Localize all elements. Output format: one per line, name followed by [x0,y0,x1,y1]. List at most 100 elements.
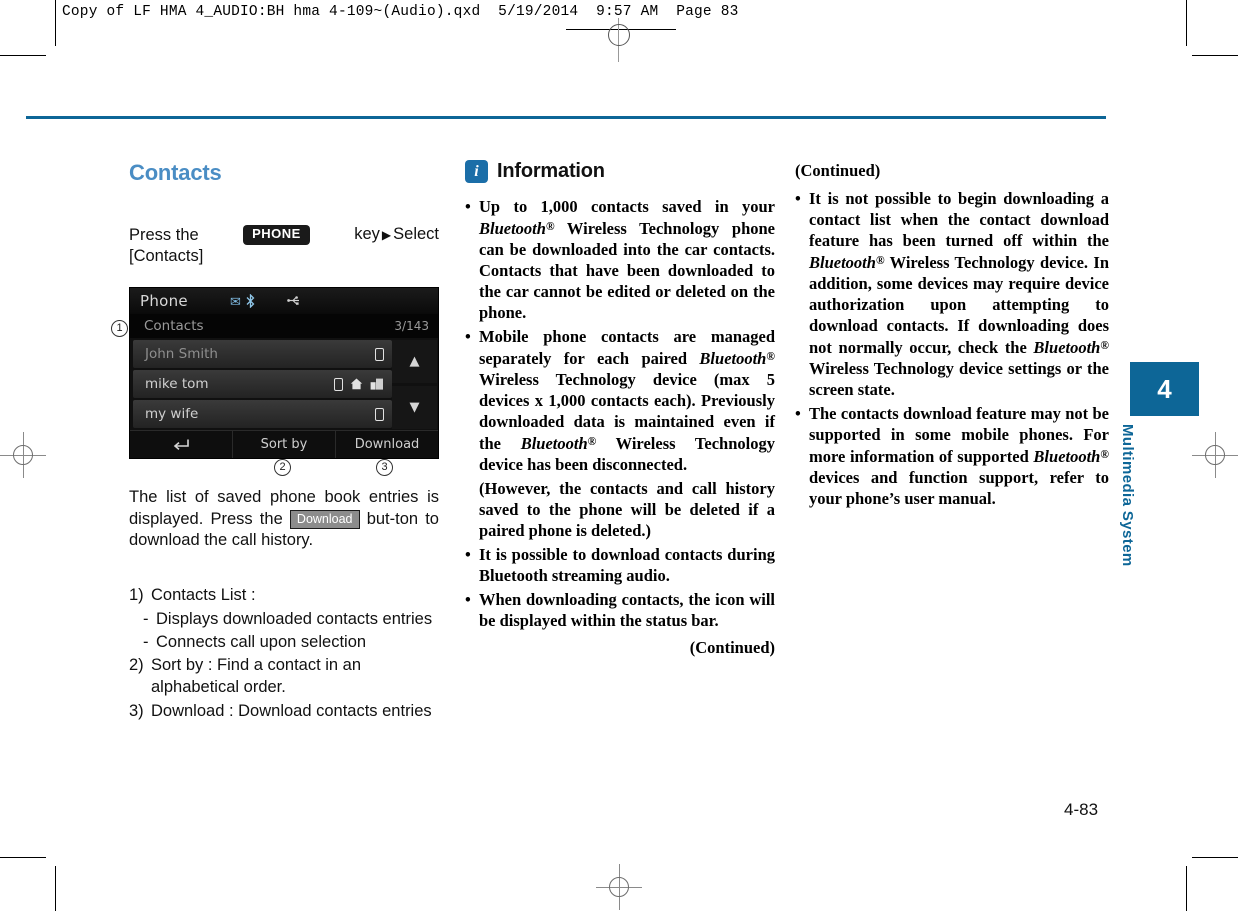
office-icon [370,378,383,390]
registered-mark: ® [1100,449,1109,462]
note-paragraph: (However, the contacts and call history … [479,479,775,541]
bullet-marker: • [465,197,471,216]
registered-mark: ® [545,221,555,233]
chapter-number-tab: 4 [1130,362,1199,416]
bullet-marker: • [795,189,801,208]
list-item: 3) Download : Download contacts entries [129,700,439,722]
list-number: 3) [129,701,144,720]
info-icon: i [465,160,488,183]
page-title: Contacts [129,160,222,185]
description-paragraph: The list of saved phone book entries is … [129,487,439,552]
list-text: Sort by : Find a contact in an alphabeti… [151,655,362,696]
device-list-label: Contacts [144,318,204,334]
page-canvas: Copy of LF HMA 4_AUDIO:BH hma 4-109~(Aud… [0,0,1238,911]
device-status-bar: Phone ✉ [130,288,438,314]
right-column: (Continued) • It is not possible to begin… [795,160,1109,512]
bullet-marker: • [465,327,471,347]
crop-mark-bottom-left-vertical [55,866,56,911]
list-item[interactable]: John Smith [133,340,392,368]
arrow-right-icon: ▶ [381,228,392,242]
scroll-controls: ▲ ▼ [392,338,437,430]
list-item[interactable]: mike tom [133,370,392,398]
right-bullet-list: • It is not possible to begin downloading… [795,188,1109,509]
crop-mark-top-right-vertical [1186,0,1187,46]
crop-mark-bottom-left-horizontal [0,857,46,858]
continued-header: (Continued) [795,161,881,180]
bullet-item: • It is possible to download contacts dur… [465,544,775,586]
registration-mark-bottom [596,864,642,910]
sub-list-text: Connects call upon selection [156,632,367,651]
device-sub-bar: Contacts 3/143 [130,314,438,338]
download-inline-badge[interactable]: Download [289,509,360,530]
sub-list-item: - Displays downloaded contacts entries [143,608,439,630]
crop-mark-bottom-right-horizontal [1192,857,1238,858]
registration-mark-top [597,18,641,62]
registered-mark: ® [766,351,775,364]
left-column: Contacts Press the PHONE key ▶ Select [Con… [111,160,439,724]
bullet-item: • Mobile phone contacts are managed separ… [465,326,775,475]
page-number: 4-83 [1064,800,1099,819]
dash-marker: - [143,609,149,628]
bullet-text: Up to 1,000 contacts saved in your Bluet… [479,197,775,323]
callout-marker-3: 3 [376,459,393,476]
header-blue-rule [26,116,1106,119]
bluetooth-wordmark: Bluetooth [699,349,767,369]
list-number: 2) [129,655,144,674]
list-text: Download : Download contacts entries [151,701,432,720]
scroll-down-button[interactable]: ▼ [392,386,437,429]
chapter-name-label: Multimedia System [1119,424,1136,567]
bullet-item: • It is not possible to begin downloading… [795,188,1109,400]
mobile-icon [375,407,384,421]
instruction-post-text: Select [393,225,439,243]
instruction-line2: [Contacts] [129,247,204,265]
information-title: Information [497,160,605,182]
crop-mark-top-right-horizontal [1192,55,1238,56]
bluetooth-wordmark: Bluetooth [1033,338,1101,358]
list-item: 2) Sort by : Find a contact in an alphab… [129,654,439,698]
contact-name: my wife [145,406,199,422]
bullet-text: It is possible to download contacts duri… [479,545,775,586]
device-screen-title: Phone [140,292,188,310]
device-screenshot-figure: 1 2 3 Phone ✉ Contacts 3/143 John Smith … [111,287,439,476]
list-number: 1) [129,585,144,604]
list-item: 1) Contacts List : [129,584,439,606]
bullet-text: Mobile phone contacts are managed separa… [479,327,775,475]
device-screen: Phone ✉ Contacts 3/143 John Smith mike t… [129,287,439,459]
bluetooth-wordmark: Bluetooth [479,219,546,239]
list-item[interactable]: my wife [133,400,392,428]
bluetooth-wordmark: Bluetooth [520,434,588,454]
bullet-text: It is not possible to begin downloading … [809,189,1109,400]
information-header: i Information [465,160,775,183]
sub-list-text: Displays downloaded contacts entries [156,609,433,628]
registered-mark: ® [875,255,885,267]
bullet-item: • When downloading contacts, the icon wil… [465,589,775,631]
home-icon [350,378,363,390]
bullet-marker: • [795,404,801,424]
bluetooth-icon: ✉ [230,293,256,310]
bullet-text: The contacts download feature may not be… [809,404,1109,509]
bullet-item: • Up to 1,000 contacts saved in your Blue… [465,196,775,323]
list-text: Contacts List : [151,585,256,604]
crop-mark-top-left-horizontal [0,55,46,56]
device-footer-bar: Sort by Download [130,430,438,458]
crop-mark-bottom-right-vertical [1186,866,1187,911]
instruction-key-word: key [354,225,380,243]
crop-mark-top-left-vertical [55,0,56,46]
instruction-line: Press the PHONE key ▶ Select [Contacts] [129,224,439,267]
instruction-pre-text: Press the [129,225,199,244]
bullet-item: • The contacts download feature may not b… [795,403,1109,509]
bullet-marker: • [465,545,471,565]
contact-name: mike tom [145,376,209,392]
contact-icons [375,407,384,421]
back-arrow-icon [173,439,189,451]
usb-icon [287,295,302,310]
registration-mark-right [1192,432,1238,478]
sort-by-button[interactable]: Sort by [233,431,336,458]
download-button[interactable]: Download [336,431,438,458]
mobile-icon [334,377,343,391]
mobile-icon [375,347,384,361]
middle-column: i Information • Up to 1,000 contacts save… [465,160,775,658]
back-button[interactable] [130,431,233,458]
scroll-up-button[interactable]: ▲ [392,340,437,383]
phone-key-badge[interactable]: PHONE [243,225,310,245]
